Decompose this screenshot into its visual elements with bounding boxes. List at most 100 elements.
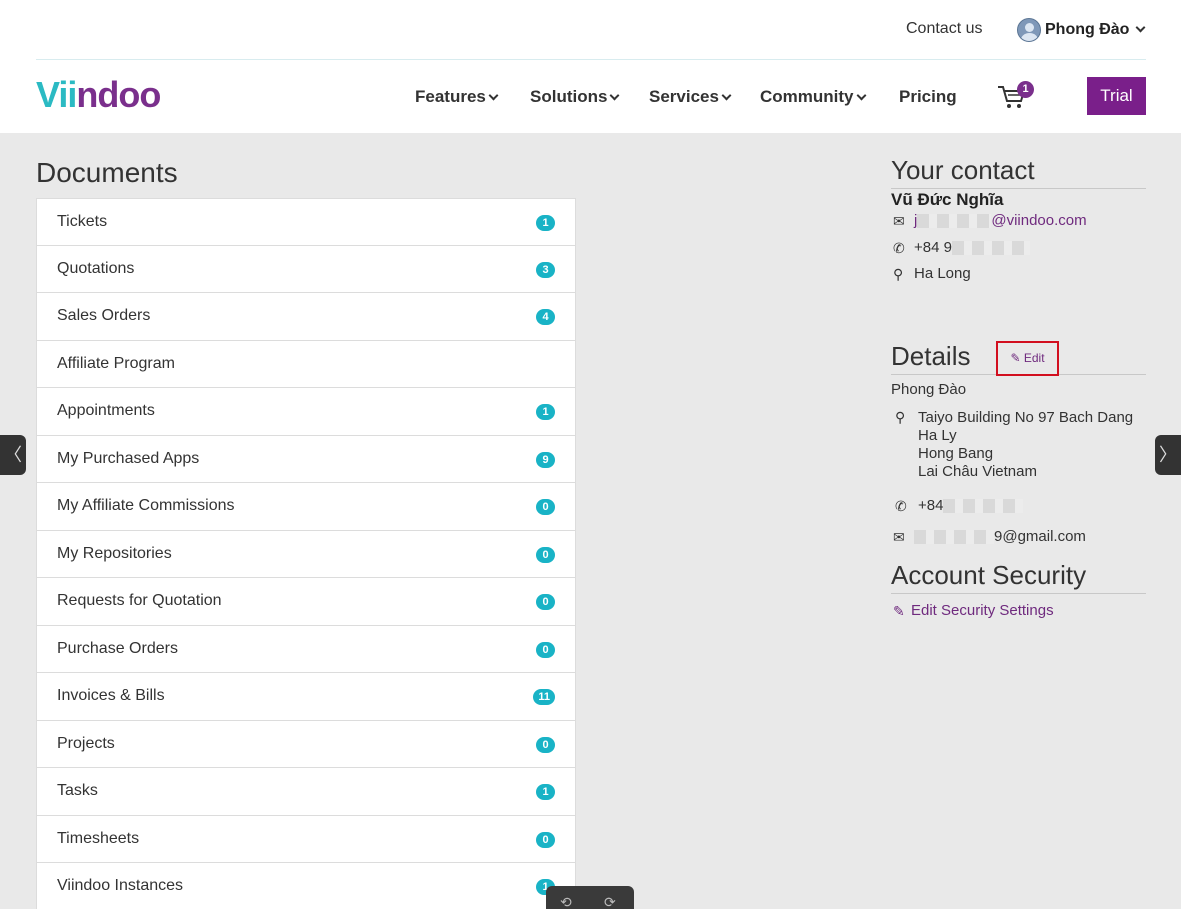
count-badge: 1 (536, 215, 555, 231)
edit-details-button[interactable]: ✎ Edit (996, 341, 1059, 376)
floating-toolbar: ⟲ ⟳ (546, 886, 634, 909)
list-item-label: Invoices & Bills (57, 687, 165, 704)
nav-solutions[interactable]: Solutions (530, 87, 620, 107)
list-item[interactable]: Purchase Orders 0 (36, 625, 576, 673)
list-item-label: Sales Orders (57, 307, 151, 324)
details-email: ✉ 9@gmail.com (891, 526, 1146, 553)
documents-title: Documents (36, 157, 178, 188)
prev-arrow[interactable]: 〈 (0, 435, 26, 475)
next-arrow[interactable]: 〉 (1155, 435, 1181, 475)
count-badge: 0 (536, 499, 555, 515)
list-item[interactable]: Requests for Quotation 0 (36, 578, 576, 626)
documents-list: Tickets 1 Quotations 3 Sales Orders 4 Affiliat… (36, 198, 576, 909)
list-item[interactable]: Sales Orders 4 (36, 293, 576, 341)
your-contact-title: Your contact (891, 155, 1035, 185)
list-item[interactable]: Tasks 1 (36, 768, 576, 816)
envelope-icon: ✉ (893, 213, 905, 229)
chevron-down-icon (856, 90, 866, 101)
details-phone: ✆ +84 (891, 495, 1146, 526)
list-item-label: My Purchased Apps (57, 449, 200, 467)
list-item-label: Requests for Quotation (57, 592, 222, 609)
list-item[interactable]: Appointments 1 (36, 388, 576, 436)
envelope-icon: ✉ (893, 529, 905, 545)
contact-email[interactable]: ✉ j @viindoo.com (891, 210, 1146, 237)
contact-phone: ✆ +84 9 (891, 237, 1146, 264)
list-item-label: Projects (57, 734, 115, 752)
pencil-icon: ✎ (1010, 351, 1021, 365)
phone-icon: ✆ (893, 239, 905, 256)
count-badge: 0 (536, 641, 555, 658)
blurred-text (951, 240, 1030, 255)
user-menu[interactable]: Phong Đào (1017, 18, 1146, 42)
viindoo-logo[interactable]: Viindoo (36, 74, 161, 116)
list-item[interactable]: My Repositories 0 (36, 530, 576, 578)
count-badge: 1 (536, 784, 555, 800)
list-item-label: Quotations (57, 259, 135, 277)
list-item[interactable]: Invoices & Bills 11 (36, 673, 576, 721)
pencil-icon: ✎ (893, 603, 905, 619)
count-badge: 4 (536, 309, 555, 325)
trial-button[interactable]: Trial (1087, 77, 1146, 115)
your-contact-section: Your contact Vũ Đức Nghĩa ✉ j @viindoo.co… (891, 155, 1146, 290)
count-badge: 0 (536, 831, 555, 848)
list-item-label: My Affiliate Commissions (57, 497, 235, 514)
list-item-label: Timesheets (57, 829, 140, 847)
list-item[interactable]: Affiliate Program (36, 340, 576, 388)
account-security-section: Account Security ✎ Edit Security Setting… (891, 560, 1146, 627)
list-item[interactable]: My Purchased Apps 9 (36, 435, 576, 483)
nav-community[interactable]: Community (760, 87, 866, 107)
list-item[interactable]: Quotations 3 (36, 245, 576, 293)
main-nav: Viindoo Features Solutions Services Comm… (0, 60, 1181, 133)
list-item[interactable]: Projects 0 (36, 720, 576, 768)
count-badge: 0 (536, 736, 555, 753)
chevron-down-icon (488, 90, 499, 101)
count-badge: 3 (536, 261, 555, 278)
nav-pricing[interactable]: Pricing (899, 87, 957, 107)
details-body: Phong Đào ⚲ Taiyo Building No 97 Bach Da… (891, 381, 1146, 553)
contact-city: ⚲ Ha Long (891, 263, 1146, 290)
list-item[interactable]: Tickets 1 (36, 198, 576, 246)
chevron-down-icon (610, 90, 620, 101)
list-item-label: Purchase Orders (57, 639, 178, 657)
rotate-right-icon[interactable]: ⟳ (604, 894, 616, 909)
count-badge: 1 (536, 404, 555, 420)
user-name: Phong Đào (1045, 21, 1130, 38)
edit-security-settings-link[interactable]: ✎ Edit Security Settings (891, 600, 1146, 627)
chevron-down-icon (721, 90, 732, 101)
list-item-label: Tasks (57, 782, 98, 799)
account-security-title: Account Security (891, 560, 1087, 590)
contact-us-link[interactable]: Contact us (906, 20, 982, 38)
avatar (1017, 18, 1041, 42)
map-marker-icon: ⚲ (895, 409, 906, 425)
list-item-label: Viindoo Instances (57, 877, 184, 894)
details-header: Details ✎ Edit (891, 341, 1146, 376)
nav-services[interactable]: Services (649, 87, 732, 107)
top-bar: Contact us Phong Đào (0, 0, 1181, 60)
sidebar: Your contact Vũ Đức Nghĩa ✉ j @viindoo.co… (891, 155, 1146, 619)
rotate-left-icon[interactable]: ⟲ (560, 894, 572, 909)
blurred-text (943, 499, 1024, 514)
count-badge: 0 (536, 594, 555, 610)
list-item-label: Appointments (57, 402, 155, 419)
list-item[interactable]: My Affiliate Commissions 0 (36, 483, 576, 531)
divider (891, 593, 1146, 594)
list-item[interactable]: Viindoo Instances 1 (36, 863, 576, 909)
phone-icon: ✆ (895, 498, 907, 514)
list-item-label: Affiliate Program (57, 354, 175, 372)
list-item-label: Tickets (57, 213, 108, 230)
blurred-text (914, 530, 994, 545)
blurred-text (917, 214, 992, 229)
count-badge: 0 (536, 546, 555, 563)
count-badge: 9 (536, 451, 555, 468)
map-marker-icon: ⚲ (893, 266, 904, 282)
contact-name: Vũ Đức Nghĩa (891, 190, 1004, 209)
details-name: Phong Đào (891, 381, 967, 398)
nav-features[interactable]: Features (415, 87, 499, 107)
details-address: ⚲ Taiyo Building No 97 Bach Dang Ha Ly H… (895, 409, 1134, 480)
count-badge: 11 (533, 689, 555, 705)
list-item[interactable]: Timesheets 0 (36, 815, 576, 863)
chevron-down-icon (1135, 22, 1146, 32)
divider (891, 188, 1146, 189)
list-item-label: My Repositories (57, 544, 172, 562)
cart-count-badge: 1 (1017, 81, 1034, 98)
